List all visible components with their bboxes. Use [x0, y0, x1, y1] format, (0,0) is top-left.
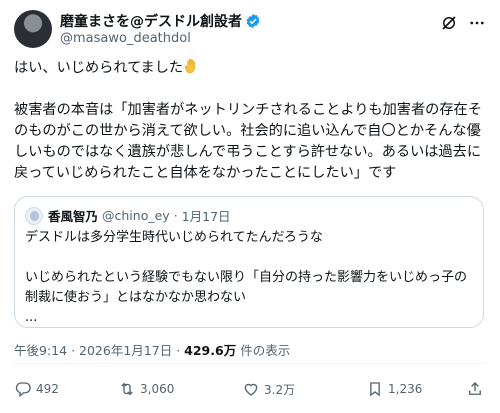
tweet-body: 被害者の本音は「加害者がネットリンチされることよりも加害者の存在そのものがこの世…	[14, 102, 482, 181]
author-name-line: 磨童まさを@デスドル創設者	[60, 11, 261, 31]
bookmark-icon	[370, 382, 380, 397]
tweet-first-line: はい、いじめられてました	[14, 60, 184, 76]
more-icon[interactable]	[468, 14, 486, 32]
view-count: 429.6万	[184, 343, 237, 358]
meta-dot: ·	[176, 343, 181, 358]
reply-icon	[15, 382, 31, 398]
verified-badge-icon	[246, 14, 260, 28]
tweet-header: 磨童まさを@デスドル創設者 @masawo_deathdol	[14, 8, 486, 52]
divider	[14, 363, 486, 364]
bookmark-count: 1,236	[388, 382, 423, 396]
quoted-tweet-header: 香風智乃 @chino_ey · 1月17日	[25, 206, 231, 225]
raised-hand-icon	[184, 58, 195, 74]
view-count-label: 件の表示	[240, 343, 291, 358]
post-date[interactable]: 2026年1月17日	[79, 343, 172, 358]
repost-button[interactable]: 3,060	[118, 380, 174, 398]
grok-icon[interactable]	[440, 14, 458, 32]
like-button[interactable]: 3.2万	[242, 380, 295, 398]
quoted-date: 1月17日	[181, 209, 231, 224]
reply-count: 492	[36, 382, 59, 396]
meta-dot: ·	[71, 343, 76, 358]
author-display-name[interactable]: 磨童まさを@デスドル創設者	[60, 11, 242, 31]
like-count: 3.2万	[264, 382, 296, 397]
like-icon	[244, 383, 258, 396]
quoted-tweet[interactable]: 香風智乃 @chino_ey · 1月17日 デスドルは多分学生時代いじめられて…	[14, 196, 484, 328]
author-avatar[interactable]	[14, 10, 52, 48]
share-button[interactable]	[466, 380, 488, 398]
quoted-author-avatar	[25, 206, 43, 225]
repost-count: 3,060	[140, 382, 175, 396]
author-handle[interactable]: @masawo_deathdol	[60, 31, 191, 46]
reply-button[interactable]: 492	[14, 380, 59, 398]
tweet-timestamp: 午後9:14 · 2026年1月17日 · 429.6万 件の表示	[14, 340, 290, 359]
post-time[interactable]: 午後9:14	[14, 343, 67, 358]
share-icon	[469, 382, 481, 395]
quoted-tweet-text: デスドルは多分学生時代いじめられてたんだろうな いじめられたという経験でもない限…	[25, 230, 468, 325]
quoted-separator: ·	[173, 208, 178, 223]
quoted-author-handle: @chino_ey	[102, 208, 170, 223]
quoted-author-name: 香風智乃	[48, 209, 99, 224]
tweet-text: はい、いじめられてました 被害者の本音は「加害者がネットリンチされることよりも加…	[14, 58, 486, 184]
action-bar: 492 3,060 3.2万 1,236	[14, 380, 486, 404]
repost-icon	[121, 382, 133, 396]
bookmark-button[interactable]: 1,236	[366, 380, 422, 398]
